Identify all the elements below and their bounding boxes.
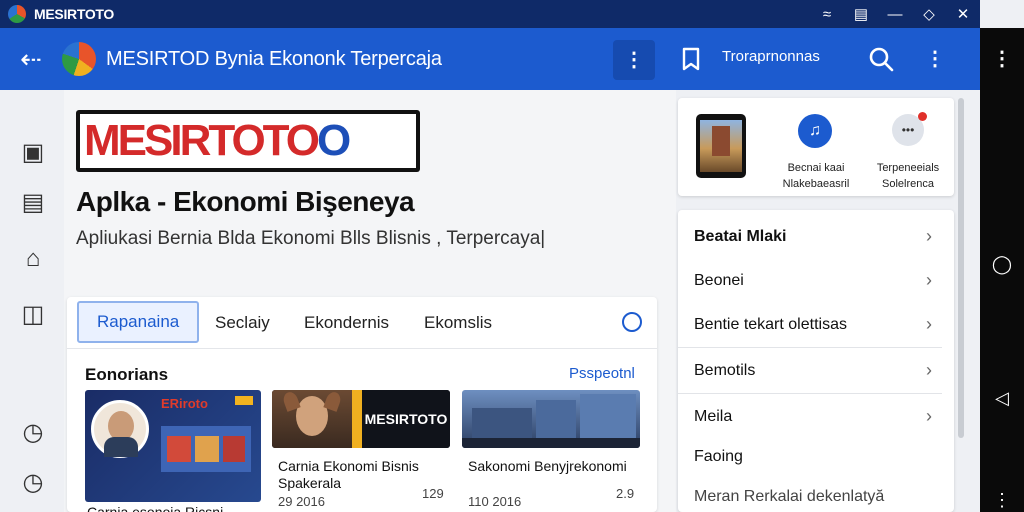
- news-card-date: 29 2016: [278, 494, 325, 509]
- quick-action-label: Becnai kaai Nlakebaeasril: [782, 162, 850, 190]
- system-more-icon-bottom[interactable]: ⋮: [980, 490, 1024, 511]
- back-arrow-icon[interactable]: ⇠: [0, 44, 62, 75]
- right-panel: ♫ Becnai kaai Nlakebaeasril ••• Terpenee…: [676, 90, 980, 512]
- app-icon: [8, 5, 26, 23]
- music-icon: ♫: [798, 114, 832, 148]
- news-card-count: 2.9: [616, 486, 635, 501]
- menu-item-label: Meila: [694, 408, 733, 425]
- chevron-right-icon: ›: [926, 406, 932, 426]
- tab-bar: Rapanaina Seclaiy Ekondernis Ekomslis: [67, 297, 657, 349]
- main-content: MESIR TOTO O Aplka - Ekonomi Bişeneya Apli…: [64, 90, 676, 512]
- info-icon[interactable]: [622, 312, 642, 332]
- wifi-icon[interactable]: ≈: [810, 6, 844, 23]
- logo-text-red: MESIR: [84, 116, 211, 165]
- page-subheadline: Apliukasi Bernia Blda Ekonomi Blls Blisn…: [76, 228, 546, 249]
- news-card-date: 110 2016: [468, 494, 522, 509]
- close-button[interactable]: ✕: [946, 5, 980, 23]
- avatar: [91, 400, 149, 458]
- menu-item[interactable]: Bemotils ›: [678, 350, 942, 394]
- content-card: Rapanaina Seclaiy Ekondernis Ekomslis Eo…: [67, 297, 657, 512]
- search-icon[interactable]: [866, 44, 896, 74]
- restore-button[interactable]: ◇: [912, 5, 946, 23]
- home-icon[interactable]: ⌂: [18, 244, 48, 274]
- scrollbar[interactable]: [958, 98, 964, 438]
- logo-text-blue: O: [316, 116, 351, 165]
- menu-item[interactable]: Meran Rerkalai dekenlatyă: [678, 476, 942, 512]
- app-bar: ⇠ MESIRTOD Bynia Ekononk Terpercaja ⋮ Tr…: [0, 28, 980, 90]
- menu-item[interactable]: Faoing: [678, 436, 942, 480]
- tab-seclaiy[interactable]: Seclaiy: [215, 297, 270, 349]
- logo-text-red-2: TOTO: [208, 116, 320, 165]
- news-card-image: MESIRTOTO: [272, 390, 450, 448]
- news-card-image: ERiroto: [85, 390, 261, 502]
- system-more-icon[interactable]: ⋮: [980, 46, 1024, 71]
- phone-thumbnail-icon: [696, 114, 746, 178]
- signal-icon[interactable]: ▤: [844, 5, 878, 23]
- section-title: Eonorians: [85, 365, 169, 384]
- menu-item-label: Bemotils: [694, 362, 756, 379]
- chevron-right-icon: ›: [926, 314, 932, 334]
- minimize-button[interactable]: —: [878, 6, 912, 23]
- tab-ekondernis[interactable]: Ekondernis: [304, 297, 389, 349]
- history-icon[interactable]: ◷: [18, 418, 48, 448]
- card-badge: ERiroto: [161, 396, 208, 411]
- menu-item[interactable]: Beonei ›: [678, 260, 942, 304]
- window-icon[interactable]: ◫: [18, 300, 48, 330]
- menu-item[interactable]: Beatai Mlaki ›: [678, 216, 942, 260]
- section-link[interactable]: Psspeotnl: [569, 365, 635, 382]
- system-nav-bar: ⋮ ◯ ◁ ⋮: [980, 28, 1024, 512]
- quick-action-photo[interactable]: [678, 98, 770, 196]
- tab-ekomslis[interactable]: Ekomslis: [424, 297, 492, 349]
- brand-logo: MESIR TOTO O: [76, 110, 420, 172]
- quick-actions-card: ♫ Becnai kaai Nlakebaeasril ••• Terpenee…: [678, 98, 954, 196]
- quick-action-music[interactable]: ♫ Becnai kaai Nlakebaeasril: [770, 98, 862, 196]
- notification-dot: [918, 112, 927, 121]
- news-card-title: Sakonomi Benyjrekonomi: [468, 458, 627, 474]
- news-card-title: Carnia Ekonomi Bisnis Spakerala: [278, 458, 419, 491]
- app-title: MESIRTOD Bynia Ekononk Terpercaja: [106, 47, 442, 70]
- chevron-right-icon: ›: [926, 360, 932, 380]
- appbar-chip-label[interactable]: Troraprnonnas: [722, 48, 820, 65]
- app-logo: [62, 42, 96, 76]
- menu-item-label: Faoing: [694, 448, 743, 465]
- card-banner: MESIRTOTO: [362, 390, 450, 448]
- left-rail: ▣ ▤ ⌂ ◫ ◷ ◷: [0, 90, 64, 512]
- news-card-image: [462, 390, 640, 448]
- news-card[interactable]: MESIRTOTO Carnia Ekonomi Bisnis Spakeral…: [272, 390, 450, 512]
- inbox-icon[interactable]: ▣: [18, 138, 48, 168]
- chevron-right-icon: ›: [926, 226, 932, 246]
- window-controls: ≈ ▤ — ◇ ✕: [810, 0, 980, 28]
- window-title: MESIRTOTO: [34, 6, 115, 22]
- menu-item-label: Beonei: [694, 272, 744, 289]
- page-headline: Aplka - Ekonomi Bişeneya: [76, 186, 415, 217]
- quick-action-label: Terpeneeials Solelrenca: [876, 162, 940, 190]
- bookmark-icon[interactable]: [678, 45, 704, 73]
- list-icon[interactable]: ▤: [18, 188, 48, 218]
- more-options-button[interactable]: ⋮: [613, 40, 655, 80]
- chevron-right-icon: ›: [926, 270, 932, 290]
- home-circle-icon[interactable]: ◯: [980, 254, 1024, 275]
- tab-rapanaina[interactable]: Rapanaina: [77, 301, 200, 343]
- news-card[interactable]: Sakonomi Benyjrekonomi 110 2016 2.9: [462, 390, 640, 512]
- quick-action-chat[interactable]: ••• Terpeneeials Solelrenca: [862, 98, 954, 196]
- news-card-title: Carnia esonoia Ricsni: [87, 504, 224, 512]
- news-card-count: 129: [422, 486, 444, 501]
- menu-item-label: Meran Rerkalai dekenlatyă: [694, 488, 885, 505]
- news-card[interactable]: ERiroto Carnia esonoia Ricsni: [85, 390, 261, 512]
- clock-icon[interactable]: ◷: [18, 468, 48, 498]
- menu-item-label: Bentie tekart olettisas: [694, 316, 847, 333]
- overflow-menu-icon[interactable]: ⋮: [920, 44, 950, 74]
- menu-item[interactable]: Bentie tekart olettisas ›: [678, 304, 942, 348]
- window-titlebar: MESIRTOTO ≈ ▤ — ◇ ✕: [0, 0, 980, 28]
- back-triangle-icon[interactable]: ◁: [980, 388, 1024, 409]
- menu-item[interactable]: Meila ›: [678, 396, 942, 440]
- menu-list: Beatai Mlaki › Beonei › Bentie tekart ol…: [678, 210, 954, 512]
- menu-item-label: Beatai Mlaki: [694, 228, 787, 245]
